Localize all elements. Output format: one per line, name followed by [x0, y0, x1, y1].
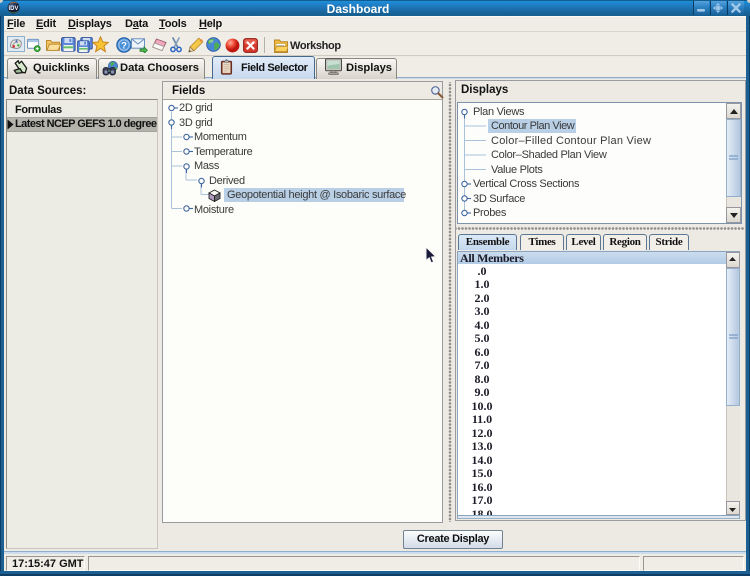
svg-text:IDV: IDV — [8, 6, 18, 12]
svg-text:?: ? — [121, 40, 127, 51]
